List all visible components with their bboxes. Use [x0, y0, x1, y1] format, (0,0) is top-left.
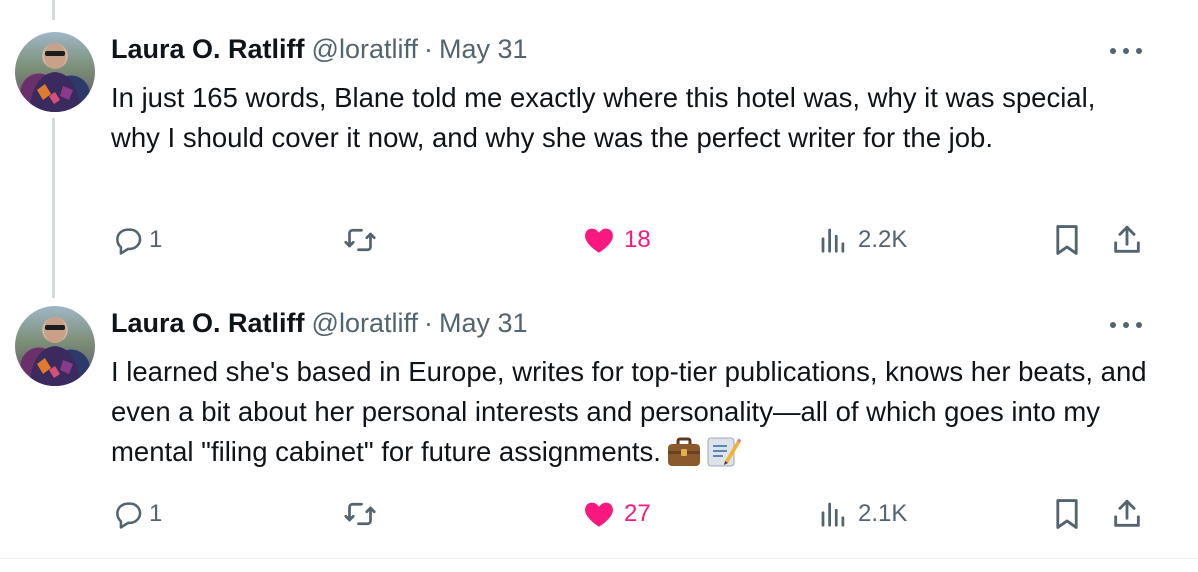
divider	[0, 558, 1198, 559]
share-icon	[1114, 225, 1140, 253]
bookmark-button[interactable]	[1052, 220, 1082, 260]
author-name[interactable]: Laura O. Ratliff	[111, 34, 305, 65]
like-count: 27	[624, 500, 651, 527]
views-icon	[821, 502, 845, 527]
heart-icon	[585, 502, 613, 527]
more-icon[interactable]	[1110, 46, 1142, 56]
thread-line	[52, 0, 55, 20]
views-button[interactable]: 2.2K	[818, 220, 907, 260]
views-count: 2.2K	[858, 226, 908, 253]
reply-icon	[116, 502, 142, 529]
views-button[interactable]: 2.1K	[818, 494, 907, 534]
author-name[interactable]: Laura O. Ratliff	[111, 308, 305, 339]
tweet-text-wrapper: I learned she's based in Europe, writes …	[111, 352, 1151, 478]
reply-count: 1	[149, 500, 163, 527]
avatar[interactable]	[15, 32, 95, 112]
retweet-button[interactable]	[342, 494, 378, 534]
bookmark-icon	[1056, 225, 1078, 255]
tweet-header: Laura O. Ratliff @loratliff · May 31	[111, 308, 528, 344]
views-icon	[821, 228, 845, 253]
share-button[interactable]	[1110, 494, 1144, 534]
retweet-icon	[344, 228, 376, 252]
reply-button[interactable]: 1	[111, 494, 162, 534]
views-count: 2.1K	[858, 500, 908, 527]
retweet-icon	[344, 502, 376, 526]
tweet-date[interactable]: May 31	[439, 308, 528, 339]
share-icon	[1114, 499, 1140, 527]
reply-icon	[116, 228, 142, 255]
reply-count: 1	[149, 226, 163, 253]
bookmark-icon	[1056, 499, 1078, 529]
reply-button[interactable]: 1	[111, 220, 162, 260]
separator-dot: ·	[423, 34, 433, 64]
briefcase-emoji	[667, 437, 701, 478]
avatar[interactable]	[15, 306, 95, 386]
author-handle[interactable]: @loratliff	[312, 34, 418, 65]
memo-emoji	[707, 435, 741, 478]
tweet-date[interactable]: May 31	[439, 34, 528, 65]
retweet-button[interactable]	[342, 220, 378, 260]
like-button[interactable]: 18	[582, 220, 651, 260]
bookmark-button[interactable]	[1052, 494, 1082, 534]
action-bar: 1 27 2.1K	[0, 494, 1198, 534]
action-bar: 1 18 2.2K	[0, 220, 1198, 260]
thread-line	[52, 118, 55, 298]
author-handle[interactable]: @loratliff	[312, 308, 418, 339]
separator-dot: ·	[423, 308, 433, 338]
tweet-text: I learned she's based in Europe, writes …	[111, 356, 1147, 467]
tweet-header: Laura O. Ratliff @loratliff · May 31	[111, 34, 528, 70]
heart-icon	[585, 228, 613, 253]
tweet-text: In just 165 words, Blane told me exactly…	[111, 82, 1096, 153]
share-button[interactable]	[1110, 220, 1144, 260]
like-count: 18	[624, 226, 651, 253]
like-button[interactable]: 27	[582, 494, 651, 534]
more-icon[interactable]	[1110, 320, 1142, 330]
